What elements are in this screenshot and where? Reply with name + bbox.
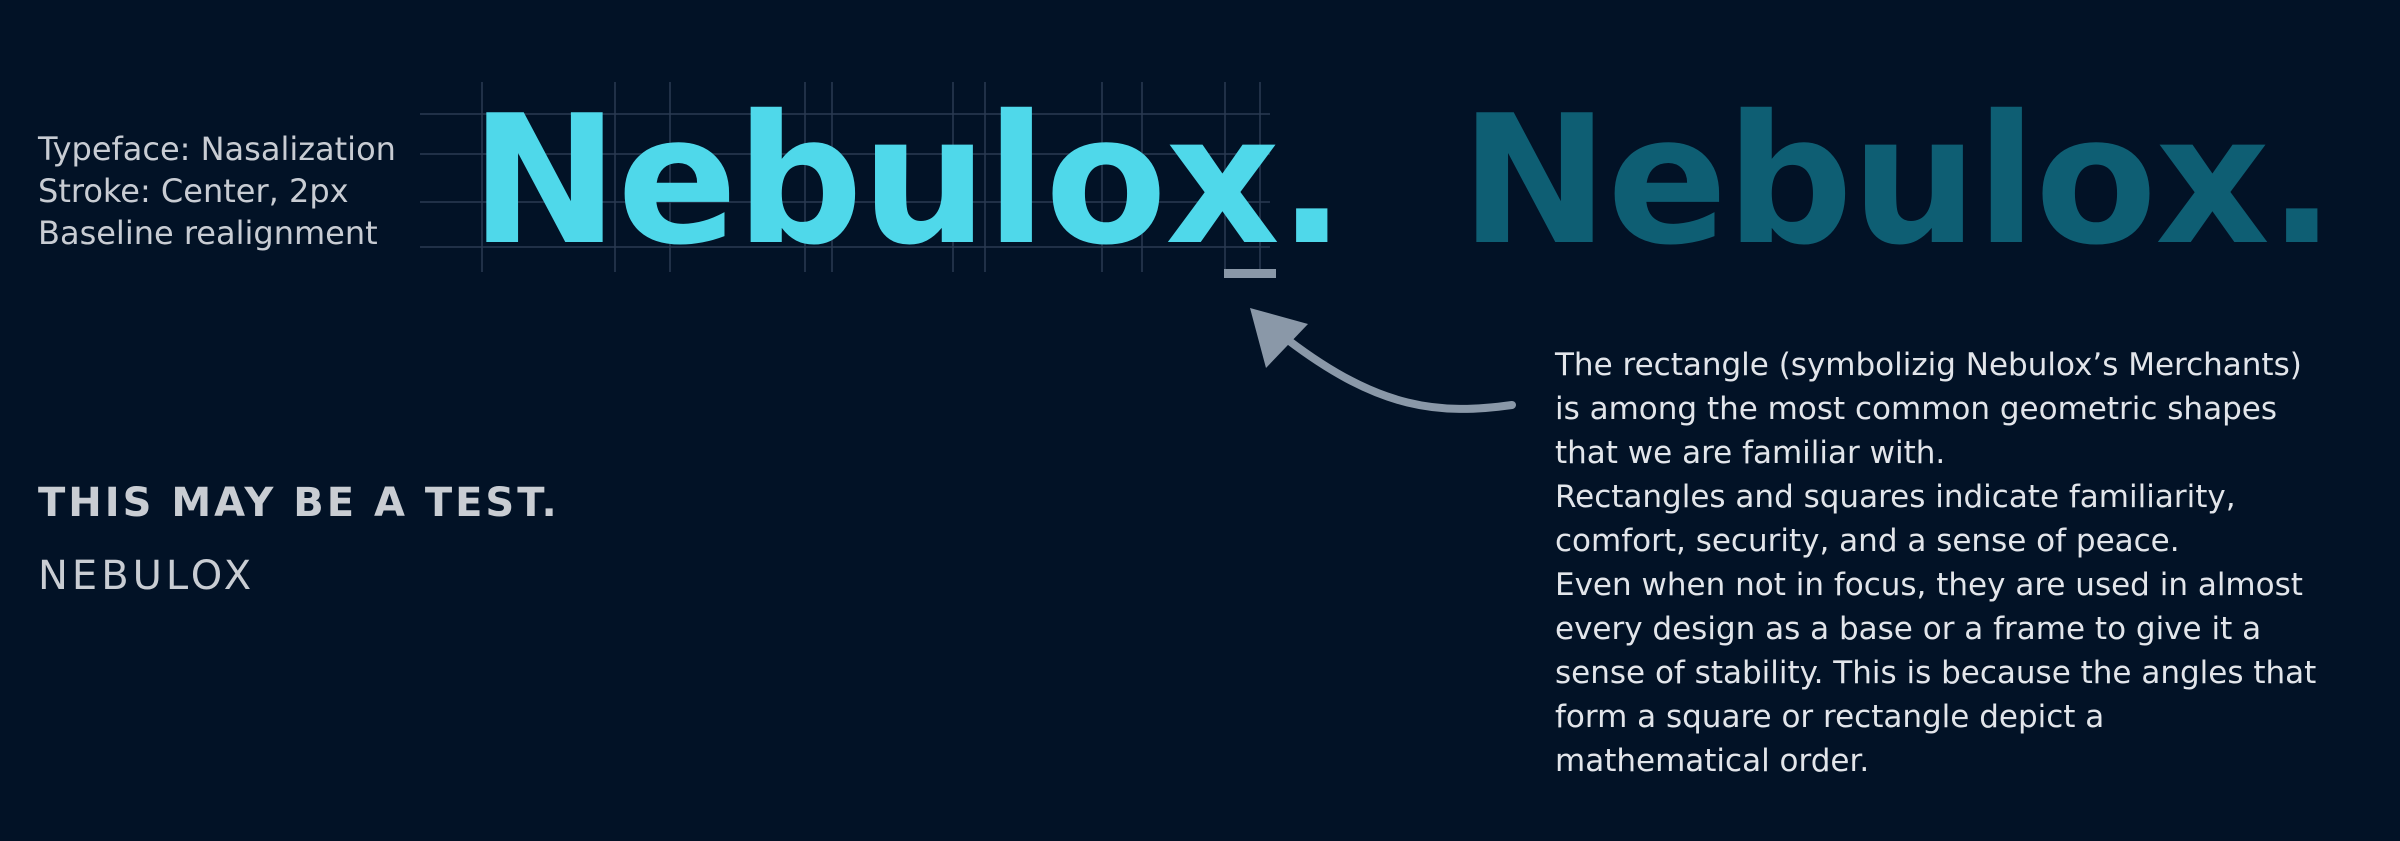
stroke-label: Stroke: Center, 2px (38, 172, 349, 210)
description-line: is among the most common geometric shape… (1555, 391, 2277, 427)
description-line: comfort, security, and a sense of peace. (1555, 523, 2180, 559)
baseline-rectangle (1224, 269, 1276, 278)
logo-primary: Nebulox. (470, 77, 1346, 284)
curved-arrow-icon (1250, 308, 1516, 413)
typeface-spec: Typeface: Nasalization Stroke: Center, 2… (38, 128, 396, 254)
description-line: form a square or rectangle depict a (1555, 699, 2105, 735)
typeface-label: Typeface: Nasalization (38, 130, 396, 168)
description-line: The rectangle (symbolizig Nebulox’s Merc… (1555, 347, 2302, 383)
logo-secondary: Nebulox. (1460, 77, 2336, 284)
sample-test-line: THIS MAY BE A TEST. (38, 480, 560, 526)
description-line: Rectangles and squares indicate familiar… (1555, 479, 2236, 515)
sample-brand-line: NEBULOX (38, 553, 256, 599)
rectangle-description: The rectangle (symbolizig Nebulox’s Merc… (1555, 343, 2325, 783)
description-line: sense of stability. This is because the … (1555, 655, 2317, 691)
description-line: every design as a base or a frame to giv… (1555, 611, 2262, 647)
description-line: Even when not in focus, they are used in… (1555, 567, 2303, 603)
description-line: mathematical order. (1555, 743, 1870, 779)
description-line: that we are familiar with. (1555, 435, 1946, 471)
baseline-label: Baseline realignment (38, 214, 378, 252)
